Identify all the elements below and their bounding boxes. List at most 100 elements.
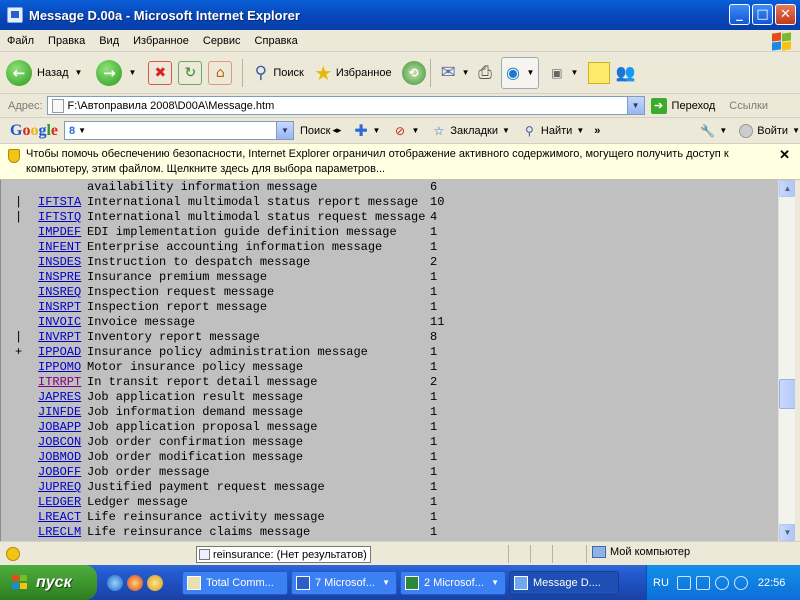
message-code-link[interactable]: LEDGER	[38, 495, 81, 510]
computer-icon	[592, 546, 606, 558]
back-dropdown-icon[interactable]: ▼	[75, 68, 83, 77]
task-word[interactable]: 7 Microsof... ▼	[291, 570, 397, 595]
message-code-link[interactable]: JAPRES	[38, 390, 81, 405]
google-search-button[interactable]: Поиск	[300, 125, 330, 137]
contacts-icon[interactable]: 👥	[616, 63, 636, 82]
mail-dropdown-icon[interactable]: ▼	[462, 68, 470, 77]
go-button[interactable]: ➔ Переход	[650, 97, 715, 114]
forward-arrow-icon: →	[96, 59, 123, 86]
task-excel[interactable]: 2 Microsof... ▼	[400, 570, 506, 595]
message-count: 1	[430, 300, 438, 314]
chevron-right-icon[interactable]: »	[594, 125, 600, 137]
menu-file[interactable]: Файл	[0, 35, 41, 47]
message-code-link[interactable]: IPPOAD	[38, 345, 81, 360]
media-quicklaunch-icon[interactable]	[147, 574, 163, 591]
bookmarks-button[interactable]: ☆ Закладки ▼	[431, 123, 510, 138]
information-bar[interactable]: Чтобы помочь обеспечению безопасности, I…	[0, 144, 800, 180]
scroll-thumb[interactable]	[779, 379, 796, 409]
menu-tools[interactable]: Сервис	[196, 35, 248, 47]
research-icon[interactable]: ▣	[549, 65, 564, 80]
mail-button[interactable]: ✉ ▼	[441, 57, 470, 89]
message-code-link[interactable]: INSRPT	[38, 300, 81, 315]
message-code-link[interactable]: LRECLM	[38, 525, 81, 540]
forward-button[interactable]: → ▼	[96, 57, 136, 89]
stop-icon[interactable]: ✖	[148, 60, 173, 85]
scroll-down-icon[interactable]: ▼	[779, 524, 796, 541]
message-code-link[interactable]: JUPREQ	[38, 480, 81, 495]
popup-blocker-icon[interactable]: ⊘	[392, 123, 407, 138]
messenger-dropdown-icon[interactable]: ▼	[527, 68, 535, 77]
message-description: Invoice message	[87, 315, 196, 329]
note-icon[interactable]	[588, 61, 611, 84]
close-button[interactable]: ✕	[775, 4, 796, 25]
scroll-up-icon[interactable]: ▲	[779, 180, 796, 197]
message-code-link[interactable]: JOBMOD	[38, 450, 81, 465]
message-code-link[interactable]: IPPOMO	[38, 360, 81, 375]
menu-favorites[interactable]: Избранное	[126, 35, 196, 47]
history-icon[interactable]: ⟲	[401, 60, 426, 85]
start-button[interactable]: пуск	[0, 565, 97, 600]
links-button[interactable]: Ссылки	[729, 100, 768, 112]
find-button[interactable]: ⚲ Найти ▼	[522, 123, 584, 138]
find-icon: ⚲	[525, 123, 534, 138]
message-code-link[interactable]: IMPDEF	[38, 225, 81, 240]
message-code-link[interactable]: JOBAPP	[38, 420, 81, 435]
message-code-link[interactable]: ITRRPT	[38, 375, 81, 390]
message-code-link[interactable]: LREACT	[38, 510, 81, 525]
back-button[interactable]: ← Назад ▼	[6, 57, 82, 89]
message-code-link[interactable]: INFENT	[38, 240, 81, 255]
tray-app-icon[interactable]	[676, 575, 691, 590]
vertical-scrollbar[interactable]: ▲ ▼	[778, 180, 796, 541]
message-code-link[interactable]: IFTSTA	[38, 195, 81, 210]
google-more-icon[interactable]: ◂▸	[333, 125, 342, 136]
address-field[interactable]: F:\Автоправила 2008\D00A\Message.htm ▼	[46, 96, 645, 115]
message-code-link[interactable]: INVOIC	[38, 315, 81, 330]
message-code-link[interactable]: IFTSTQ	[38, 210, 81, 225]
maximize-button[interactable]: □	[752, 4, 773, 25]
bluetooth-icon[interactable]	[714, 575, 729, 590]
messenger-button[interactable]: ◉ ▼	[500, 56, 540, 89]
change-marker: |	[15, 195, 23, 209]
address-dropdown-icon[interactable]: ▼	[626, 97, 644, 114]
go-arrow-icon: ➔	[650, 97, 667, 114]
message-code-link[interactable]: INSREQ	[38, 285, 81, 300]
language-indicator[interactable]: RU	[653, 577, 669, 589]
google-search-dropdown-icon[interactable]: ▼	[276, 122, 294, 139]
home-icon[interactable]: ⌂	[208, 60, 233, 85]
plus-icon[interactable]: ✚	[354, 121, 369, 140]
favorites-button[interactable]: ★ Избранное	[314, 57, 391, 89]
menu-view[interactable]: Вид	[92, 35, 126, 47]
message-description: Ledger message	[87, 495, 188, 509]
chrome-quicklaunch-icon[interactable]	[127, 574, 143, 591]
help-icon[interactable]	[695, 575, 710, 590]
message-code-link[interactable]: JOBOFF	[38, 465, 81, 480]
research-dropdown-icon[interactable]: ▼	[570, 68, 578, 77]
close-infobar-icon[interactable]: ✕	[779, 147, 790, 163]
minimize-button[interactable]: _	[729, 4, 750, 25]
quick-launch	[107, 574, 179, 591]
print-icon[interactable]: ⎙	[478, 63, 493, 83]
message-code-link[interactable]: JINFDE	[38, 405, 81, 420]
warning-icon	[6, 546, 20, 561]
forward-dropdown-icon[interactable]: ▼	[128, 68, 136, 77]
task-total-commander[interactable]: Total Comm...	[182, 570, 288, 595]
message-code-link[interactable]: JOBCON	[38, 435, 81, 450]
google-logo[interactable]: Google	[10, 122, 58, 140]
message-code-link[interactable]: INSDES	[38, 255, 81, 270]
search-button[interactable]: ⚲ Поиск	[253, 57, 304, 89]
network-icon[interactable]	[733, 575, 748, 590]
wrench-icon[interactable]: 🔧	[700, 123, 715, 138]
total-commander-icon	[187, 575, 201, 590]
task-internet-explorer[interactable]: Message D....	[509, 570, 619, 595]
menu-edit[interactable]: Правка	[41, 35, 92, 47]
menu-bar: Файл Правка Вид Избранное Сервис Справка	[0, 30, 800, 52]
message-row: JUPREQ Justified payment request message 1	[1, 480, 778, 495]
menu-help[interactable]: Справка	[248, 35, 305, 47]
login-button[interactable]: Войти ▼	[739, 123, 800, 138]
windows-flag-icon	[12, 574, 30, 591]
ie-quicklaunch-icon[interactable]	[107, 574, 123, 591]
refresh-icon[interactable]: ↻	[178, 60, 203, 85]
google-search-input[interactable]: 8 ▼ ▼	[64, 121, 295, 140]
message-code-link[interactable]: INVRPT	[38, 330, 81, 345]
message-code-link[interactable]: INSPRE	[38, 270, 81, 285]
